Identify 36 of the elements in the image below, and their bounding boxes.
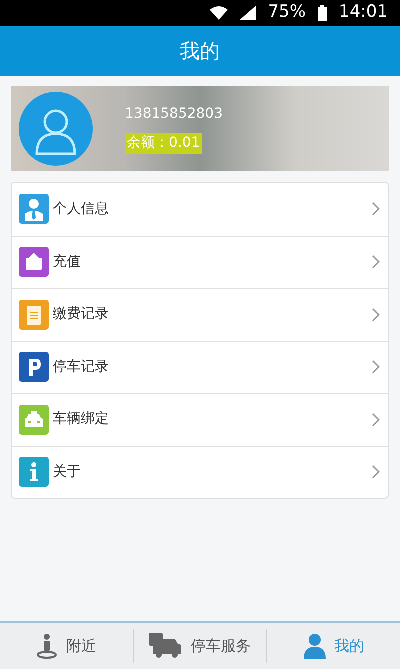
phone-number: 13815852803 [125,104,223,124]
taxi-icon [19,404,49,435]
clock-time: 14:01 [339,1,388,24]
chevron-right-icon [372,360,380,374]
menu-label: 车辆绑定 [53,410,110,430]
menu-item[interactable]: 个人信息 [12,183,388,236]
tab[interactable]: 停车服务 [145,629,255,663]
parking-icon [19,352,49,382]
info-icon [19,457,49,488]
person-icon [19,194,49,224]
menu-label: 个人信息 [53,200,110,219]
menu-label: 停车记录 [53,358,110,377]
battery-percent: 75% [268,1,306,24]
person-pin-icon [36,633,58,659]
menu-item[interactable]: 充值 [12,236,388,288]
user-icon [302,633,327,659]
chevron-right-icon [372,308,380,322]
wifi-icon [210,6,228,20]
clipboard-icon [19,300,49,330]
menu-item[interactable]: 缴费记录 [12,288,388,340]
chevron-right-icon [372,255,380,270]
menu-item[interactable]: 停车记录 [12,340,388,393]
chevron-right-icon [372,465,380,480]
signal-icon [240,6,256,20]
tab[interactable]: 附近 [32,629,100,663]
chevron-right-icon [372,202,380,216]
menu-label: 关于 [53,462,82,482]
avatar-icon[interactable] [19,92,93,166]
menu-item[interactable]: 关于 [12,446,388,498]
menu-label: 充值 [53,252,82,272]
chevron-right-icon [372,412,380,427]
menu-label: 缴费记录 [53,305,110,324]
battery-icon [318,5,327,21]
balance-label: 余额：0.01 [125,132,202,154]
page-title: 我的 [180,38,220,65]
menu-item[interactable]: 车辆绑定 [12,393,388,446]
